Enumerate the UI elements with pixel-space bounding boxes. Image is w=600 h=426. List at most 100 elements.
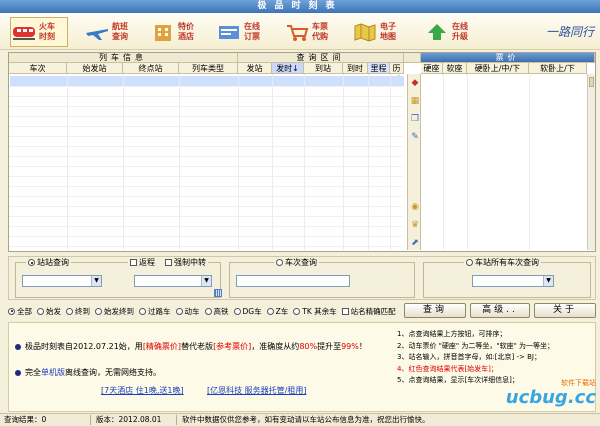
tip-item: 4、红色查询结果代表[始发车]； (397, 364, 498, 373)
upgrade-icon (424, 21, 450, 43)
grid-row-line (9, 126, 403, 127)
filter-radio[interactable] (8, 307, 15, 315)
filter-radio[interactable] (233, 307, 241, 315)
disclaimer-text: 软件中数据仅供您参考，如有变动请以车站公布信息为准，祝您出行愉快。 (182, 415, 430, 424)
grid-row-line (9, 196, 403, 197)
to-station-combo[interactable]: ▼ (134, 275, 212, 287)
toolbar-label-2: 订票 (244, 32, 260, 41)
toolbar-label-2: 酒店 (178, 32, 194, 41)
filter-radio[interactable] (204, 307, 212, 315)
col-train-no[interactable]: 车次 (9, 63, 67, 74)
ticket-icon (216, 21, 242, 43)
col-hard-sleeper[interactable]: 硬卧上/中/下 (467, 63, 529, 74)
copy-icon[interactable]: ❐ (410, 114, 420, 124)
special-hotel-button[interactable]: 特价 酒店 (150, 17, 208, 47)
toolbar-label-2: 代购 (312, 32, 328, 41)
toolbar-label-1: 在线 (244, 22, 260, 31)
filter-label: DG车 (242, 306, 262, 316)
station-query-radio[interactable] (28, 259, 35, 266)
cart-icon (284, 21, 310, 43)
col-depart-time[interactable]: 发时↓ (272, 63, 304, 74)
force-transfer-checkbox[interactable] (165, 259, 172, 266)
all-trains-radio[interactable] (466, 259, 473, 266)
return-trip-checkbox[interactable] (130, 259, 137, 266)
standalone-link[interactable]: 单机版 (41, 368, 65, 377)
about-button[interactable]: 关于 (534, 303, 596, 318)
toolbar-label-1: 在线 (452, 22, 468, 31)
grid-row-line (9, 96, 403, 97)
tip-item: 1、点查询结果上方按钮，可排序； (397, 330, 507, 338)
ref-fare-link[interactable]: [参考票价] (213, 342, 251, 351)
query-button[interactable]: 查询 (404, 303, 466, 318)
col-soft-seat[interactable]: 软座 (443, 63, 467, 74)
station-combo[interactable]: ▼ (472, 275, 554, 287)
crown-icon[interactable]: ♛ (410, 220, 420, 230)
station-picker-icon[interactable] (214, 289, 222, 297)
results-grid[interactable]: 列车信息 查询区间 票价 车次 始发站 终点站 列车类型 发站 发时↓ 到站 到… (8, 52, 596, 252)
filter-label: 始发 (46, 306, 61, 316)
col-duration[interactable]: 历时 (390, 63, 404, 84)
online-upgrade-button[interactable]: 在线 升级 (424, 17, 482, 47)
version-label: 版本：2012.08.01 (96, 415, 162, 424)
map-icon (352, 21, 378, 43)
filter-radio[interactable] (293, 307, 301, 315)
grid-row-line (9, 146, 403, 147)
col-arrive-station[interactable]: 到站 (304, 63, 343, 74)
flight-query-button[interactable]: 航班 查询 (84, 17, 142, 47)
highlight-icon[interactable]: ◆ (410, 78, 420, 88)
hotel-ad-link[interactable]: [7天酒店 住1晚,送1晚] (101, 385, 184, 396)
col-terminal[interactable]: 终点站 (123, 63, 179, 74)
all-trains-label: 车站所有车次查询 (475, 258, 539, 267)
col-hard-seat[interactable]: 硬座 (421, 63, 443, 74)
calendar-icon[interactable]: ▦ (410, 96, 420, 106)
side-toolbar: ◆ ▦ ❐ ✎ ◉ ♛ ⬈ (407, 74, 421, 250)
col-train-type[interactable]: 列车类型 (179, 63, 238, 74)
exact-match-checkbox[interactable] (341, 307, 349, 315)
filter-radio[interactable] (175, 307, 183, 315)
grid-row-line (9, 166, 403, 167)
airplane-icon (84, 21, 110, 43)
group-header-train-info: 列车信息 (9, 53, 238, 63)
filter-radio[interactable] (37, 307, 44, 315)
refresh-icon[interactable]: ◉ (410, 202, 420, 212)
toolbar-label-2: 时刻 (39, 32, 55, 41)
edit-icon[interactable]: ✎ (410, 132, 420, 142)
window-title: 极品时刻表 (0, 0, 600, 13)
all-trains-query-group: 车站所有车次查询 ▼ (423, 257, 591, 298)
online-booking-button[interactable]: 在线 订票 (216, 17, 274, 47)
station-query-label: 站站查询 (37, 258, 69, 267)
train-timetable-button[interactable]: 火车 时刻 (10, 17, 68, 47)
col-distance[interactable]: 里程 (368, 63, 390, 74)
filter-radio[interactable] (95, 307, 102, 315)
exact-fare-link[interactable]: [精确票价] (143, 342, 181, 351)
filter-radio[interactable] (139, 307, 146, 315)
grid-row-line (9, 226, 403, 227)
col-origin[interactable]: 始发站 (67, 63, 123, 74)
train-query-group: 车次查询 (229, 257, 415, 298)
selected-row[interactable] (10, 76, 404, 86)
col-arrive-time[interactable]: 到时 (343, 63, 368, 74)
col-depart-station[interactable]: 发站 (238, 63, 272, 74)
train-query-radio[interactable] (276, 259, 283, 266)
train-no-input[interactable] (236, 275, 350, 287)
grid-scrollbar[interactable] (587, 74, 595, 250)
train-query-label: 车次查询 (285, 258, 317, 267)
hosting-ad-link[interactable]: [亿恩科技 服务器托管/租用] (207, 385, 306, 396)
filter-radio[interactable] (266, 307, 274, 315)
chevron-down-icon: ▼ (91, 276, 101, 286)
group-header-query-segment: 查询区间 (238, 53, 404, 63)
site-watermark: 软件下载站 ucbug.cc (506, 378, 596, 408)
col-soft-sleeper[interactable]: 软卧上/下 (529, 63, 587, 74)
export-icon[interactable]: ⬈ (410, 238, 420, 248)
advanced-button[interactable]: 高级.. (470, 303, 530, 318)
bullet-icon (15, 370, 21, 376)
search-panel: 站站查询 返程 强制中转 ▼ ▼ 车次查询 车站所有车次查询 ▼ (8, 256, 596, 300)
from-station-combo[interactable]: ▼ (22, 275, 102, 287)
signature-logo: 一路同行 (545, 25, 594, 39)
toolbar-label-1: 特价 (178, 22, 194, 31)
grid-row-line (9, 216, 403, 217)
filter-radio[interactable] (66, 307, 73, 315)
ticket-agent-button[interactable]: 车票 代购 (284, 17, 342, 47)
e-map-button[interactable]: 电子 地图 (352, 17, 410, 47)
main-toolbar: 火车 时刻 航班 查询 特价 酒店 在线 订票 车票 代购 电子 地图 在线 升级 (0, 13, 600, 50)
